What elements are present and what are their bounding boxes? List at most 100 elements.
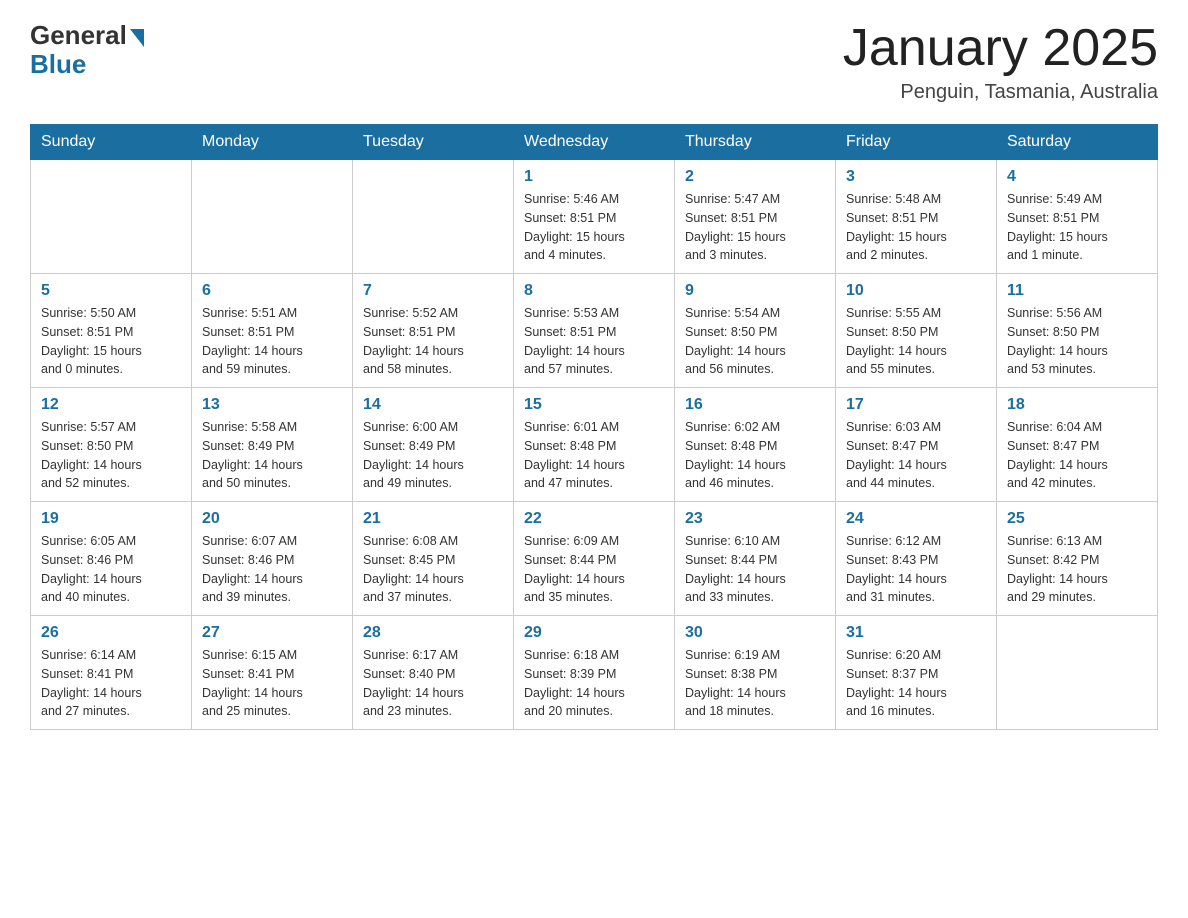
weekday-header-tuesday: Tuesday: [353, 125, 514, 160]
weekday-header-wednesday: Wednesday: [514, 125, 675, 160]
day-number: 31: [846, 624, 986, 642]
logo-arrow-icon: [130, 29, 144, 47]
day-number: 27: [202, 624, 342, 642]
day-info: Sunrise: 6:14 AM Sunset: 8:41 PM Dayligh…: [41, 646, 181, 721]
day-number: 22: [524, 510, 664, 528]
day-info: Sunrise: 6:08 AM Sunset: 8:45 PM Dayligh…: [363, 532, 503, 607]
day-info: Sunrise: 5:53 AM Sunset: 8:51 PM Dayligh…: [524, 304, 664, 379]
logo-blue-text: Blue: [30, 49, 86, 80]
day-info: Sunrise: 5:54 AM Sunset: 8:50 PM Dayligh…: [685, 304, 825, 379]
day-number: 8: [524, 282, 664, 300]
weekday-header-thursday: Thursday: [675, 125, 836, 160]
day-number: 23: [685, 510, 825, 528]
day-cell-15: 15Sunrise: 6:01 AM Sunset: 8:48 PM Dayli…: [514, 388, 675, 502]
day-cell-9: 9 Sunrise: 5:54 AM Sunset: 8:50 PM Daylig…: [675, 274, 836, 388]
day-info: Sunrise: 5:47 AM Sunset: 8:51 PM Dayligh…: [685, 190, 825, 265]
day-number: 21: [363, 510, 503, 528]
day-number: 9: [685, 282, 825, 300]
day-info: Sunrise: 5:48 AM Sunset: 8:51 PM Dayligh…: [846, 190, 986, 265]
day-number: 10: [846, 282, 986, 300]
weekday-header-friday: Friday: [836, 125, 997, 160]
week-row-5: 26 Sunrise: 6:14 AM Sunset: 8:41 PM Dayli…: [31, 616, 1158, 730]
day-cell-3: 3Sunrise: 5:48 AM Sunset: 8:51 PM Daylig…: [836, 160, 997, 274]
week-row-2: 5 Sunrise: 5:50 AM Sunset: 8:51 PM Daylig…: [31, 274, 1158, 388]
day-cell-13: 13 Sunrise: 5:58 AM Sunset: 8:49 PM Dayli…: [192, 388, 353, 502]
title-section: January 2025 Penguin, Tasmania, Australi…: [843, 20, 1158, 104]
day-info: Sunrise: 6:07 AM Sunset: 8:46 PM Dayligh…: [202, 532, 342, 607]
day-info: Sunrise: 5:58 AM Sunset: 8:49 PM Dayligh…: [202, 418, 342, 493]
day-cell-12: 12 Sunrise: 5:57 AM Sunset: 8:50 PM Dayli…: [31, 388, 192, 502]
day-cell-14: 14 Sunrise: 6:00 AM Sunset: 8:49 PM Dayli…: [353, 388, 514, 502]
day-info: Sunrise: 5:51 AM Sunset: 8:51 PM Dayligh…: [202, 304, 342, 379]
day-cell-8: 8 Sunrise: 5:53 AM Sunset: 8:51 PM Daylig…: [514, 274, 675, 388]
weekday-header-row: SundayMondayTuesdayWednesdayThursdayFrid…: [31, 125, 1158, 160]
week-row-4: 19 Sunrise: 6:05 AM Sunset: 8:46 PM Dayli…: [31, 502, 1158, 616]
empty-cell: [31, 160, 192, 274]
week-row-1: 1Sunrise: 5:46 AM Sunset: 8:51 PM Daylig…: [31, 160, 1158, 274]
day-cell-27: 27 Sunrise: 6:15 AM Sunset: 8:41 PM Dayli…: [192, 616, 353, 730]
empty-cell: [192, 160, 353, 274]
day-cell-16: 16 Sunrise: 6:02 AM Sunset: 8:48 PM Dayli…: [675, 388, 836, 502]
day-info: Sunrise: 5:46 AM Sunset: 8:51 PM Dayligh…: [524, 190, 664, 265]
day-number: 5: [41, 282, 181, 300]
day-cell-1: 1Sunrise: 5:46 AM Sunset: 8:51 PM Daylig…: [514, 160, 675, 274]
day-info: Sunrise: 6:19 AM Sunset: 8:38 PM Dayligh…: [685, 646, 825, 721]
day-info: Sunrise: 6:04 AM Sunset: 8:47 PM Dayligh…: [1007, 418, 1147, 493]
day-info: Sunrise: 5:57 AM Sunset: 8:50 PM Dayligh…: [41, 418, 181, 493]
day-number: 25: [1007, 510, 1147, 528]
day-number: 24: [846, 510, 986, 528]
day-cell-24: 24 Sunrise: 6:12 AM Sunset: 8:43 PM Dayli…: [836, 502, 997, 616]
day-number: 26: [41, 624, 181, 642]
day-number: 28: [363, 624, 503, 642]
day-info: Sunrise: 6:12 AM Sunset: 8:43 PM Dayligh…: [846, 532, 986, 607]
day-info: Sunrise: 6:17 AM Sunset: 8:40 PM Dayligh…: [363, 646, 503, 721]
empty-cell: [997, 616, 1158, 730]
weekday-header-monday: Monday: [192, 125, 353, 160]
day-info: Sunrise: 5:49 AM Sunset: 8:51 PM Dayligh…: [1007, 190, 1147, 265]
day-number: 19: [41, 510, 181, 528]
day-cell-19: 19 Sunrise: 6:05 AM Sunset: 8:46 PM Dayli…: [31, 502, 192, 616]
day-info: Sunrise: 6:02 AM Sunset: 8:48 PM Dayligh…: [685, 418, 825, 493]
page-header: General Blue January 2025 Penguin, Tasma…: [30, 20, 1158, 104]
logo-general-text: General: [30, 20, 127, 51]
day-number: 13: [202, 396, 342, 414]
day-cell-30: 30 Sunrise: 6:19 AM Sunset: 8:38 PM Dayli…: [675, 616, 836, 730]
day-cell-4: 4 Sunrise: 5:49 AM Sunset: 8:51 PM Daylig…: [997, 160, 1158, 274]
calendar-table: SundayMondayTuesdayWednesdayThursdayFrid…: [30, 124, 1158, 730]
day-cell-11: 11Sunrise: 5:56 AM Sunset: 8:50 PM Dayli…: [997, 274, 1158, 388]
logo-top: General: [30, 20, 144, 51]
empty-cell: [353, 160, 514, 274]
day-number: 14: [363, 396, 503, 414]
day-info: Sunrise: 5:55 AM Sunset: 8:50 PM Dayligh…: [846, 304, 986, 379]
day-info: Sunrise: 6:13 AM Sunset: 8:42 PM Dayligh…: [1007, 532, 1147, 607]
day-number: 20: [202, 510, 342, 528]
day-cell-7: 7 Sunrise: 5:52 AM Sunset: 8:51 PM Daylig…: [353, 274, 514, 388]
day-info: Sunrise: 6:20 AM Sunset: 8:37 PM Dayligh…: [846, 646, 986, 721]
day-cell-23: 23Sunrise: 6:10 AM Sunset: 8:44 PM Dayli…: [675, 502, 836, 616]
day-info: Sunrise: 5:52 AM Sunset: 8:51 PM Dayligh…: [363, 304, 503, 379]
day-info: Sunrise: 6:05 AM Sunset: 8:46 PM Dayligh…: [41, 532, 181, 607]
day-number: 7: [363, 282, 503, 300]
day-cell-10: 10 Sunrise: 5:55 AM Sunset: 8:50 PM Dayli…: [836, 274, 997, 388]
month-title: January 2025: [843, 20, 1158, 77]
day-cell-18: 18Sunrise: 6:04 AM Sunset: 8:47 PM Dayli…: [997, 388, 1158, 502]
day-info: Sunrise: 5:50 AM Sunset: 8:51 PM Dayligh…: [41, 304, 181, 379]
day-cell-25: 25 Sunrise: 6:13 AM Sunset: 8:42 PM Dayli…: [997, 502, 1158, 616]
day-info: Sunrise: 6:00 AM Sunset: 8:49 PM Dayligh…: [363, 418, 503, 493]
day-info: Sunrise: 5:56 AM Sunset: 8:50 PM Dayligh…: [1007, 304, 1147, 379]
day-cell-28: 28 Sunrise: 6:17 AM Sunset: 8:40 PM Dayli…: [353, 616, 514, 730]
day-number: 12: [41, 396, 181, 414]
day-cell-22: 22Sunrise: 6:09 AM Sunset: 8:44 PM Dayli…: [514, 502, 675, 616]
day-info: Sunrise: 6:15 AM Sunset: 8:41 PM Dayligh…: [202, 646, 342, 721]
location-text: Penguin, Tasmania, Australia: [843, 81, 1158, 104]
day-info: Sunrise: 6:01 AM Sunset: 8:48 PM Dayligh…: [524, 418, 664, 493]
day-number: 4: [1007, 168, 1147, 186]
day-number: 16: [685, 396, 825, 414]
day-cell-17: 17Sunrise: 6:03 AM Sunset: 8:47 PM Dayli…: [836, 388, 997, 502]
weekday-header-saturday: Saturday: [997, 125, 1158, 160]
day-number: 6: [202, 282, 342, 300]
day-number: 30: [685, 624, 825, 642]
week-row-3: 12 Sunrise: 5:57 AM Sunset: 8:50 PM Dayli…: [31, 388, 1158, 502]
day-info: Sunrise: 6:18 AM Sunset: 8:39 PM Dayligh…: [524, 646, 664, 721]
day-number: 29: [524, 624, 664, 642]
